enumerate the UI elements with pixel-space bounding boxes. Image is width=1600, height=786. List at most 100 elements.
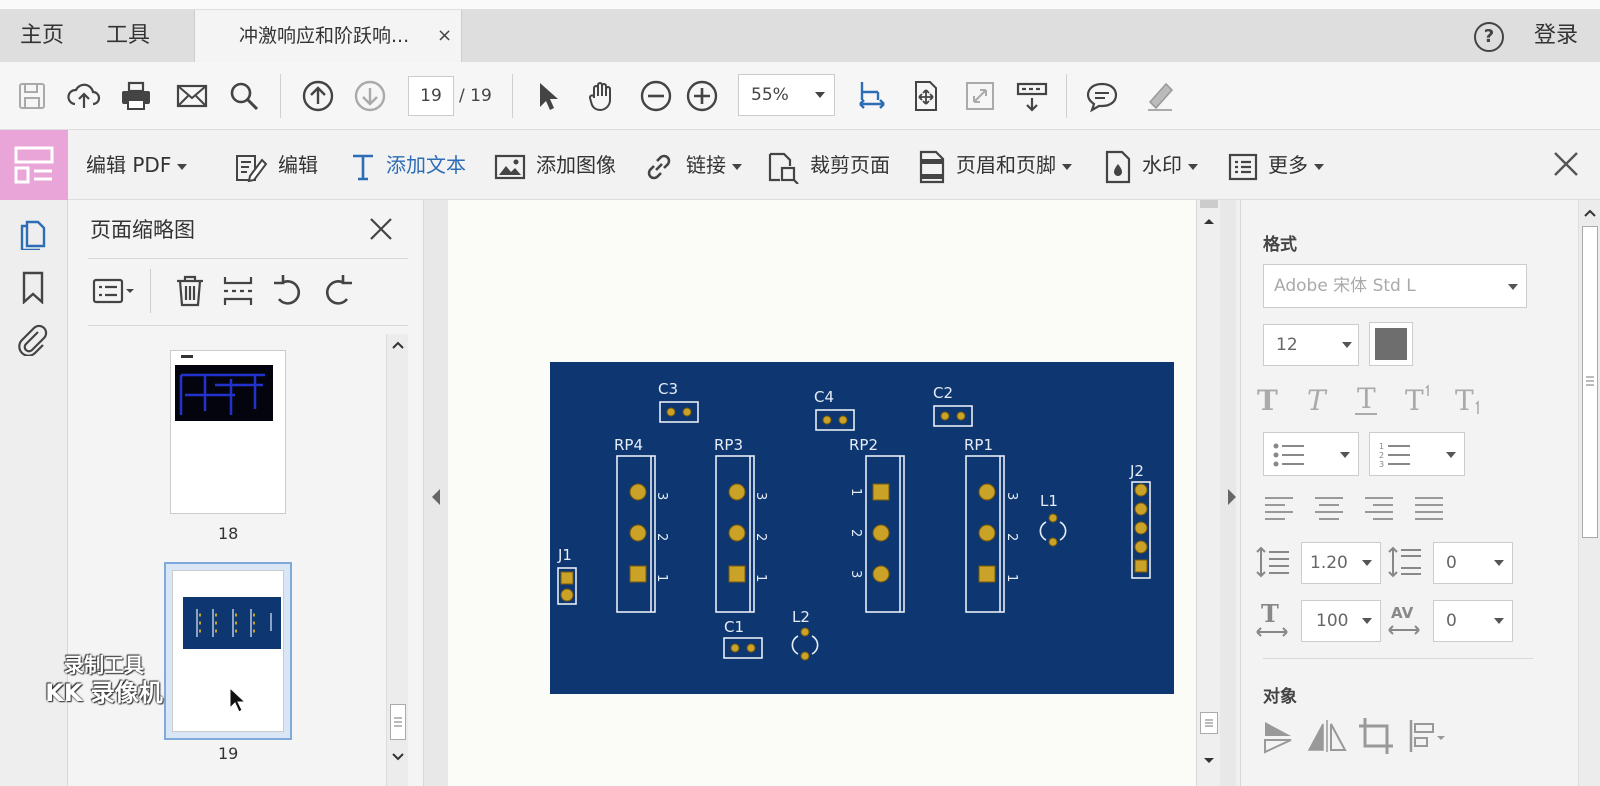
add-image-label: 添加图像: [536, 153, 616, 177]
crop-icon[interactable]: [1359, 718, 1393, 754]
upload-cloud-icon[interactable]: [66, 78, 102, 114]
svg-text:3: 3: [1379, 460, 1384, 469]
edit-pdf-tool-icon[interactable]: [0, 130, 68, 200]
align-right-icon[interactable]: [1365, 497, 1393, 520]
save-icon[interactable]: [14, 78, 50, 114]
pcb-label-j2: J2: [1129, 462, 1144, 480]
flip-vertical-icon[interactable]: [1264, 722, 1292, 754]
zoom-level-select[interactable]: 55%: [738, 74, 835, 116]
superscript-icon[interactable]: T: [1405, 384, 1429, 417]
hand-tool-icon[interactable]: [584, 78, 620, 114]
sign-pen-icon[interactable]: [1142, 78, 1178, 114]
page-number-input[interactable]: 19: [408, 76, 454, 116]
chevron-down-icon: [1188, 163, 1198, 170]
tab-home[interactable]: 主页: [20, 10, 64, 62]
pcb-label-c2: C2: [933, 384, 953, 402]
collapse-left-panel-icon[interactable]: [430, 488, 442, 506]
line-spacing-select[interactable]: 1.20: [1301, 542, 1381, 584]
edit-label: 编辑: [278, 153, 318, 177]
character-spacing-select[interactable]: 0: [1433, 600, 1513, 642]
thumbnail-tools: [88, 258, 408, 326]
add-text-label: 添加文本: [386, 153, 466, 177]
thumbnail-options-icon[interactable]: [90, 273, 138, 309]
svg-text:AV: AV: [1391, 604, 1414, 622]
rotate-left-icon[interactable]: [270, 273, 306, 309]
scrollbar-thumb[interactable]: [1582, 226, 1598, 538]
scroll-up-icon[interactable]: [1583, 208, 1597, 218]
document-tab[interactable]: 冲激响应和阶跃响... ×: [194, 10, 462, 62]
scroll-mode-icon[interactable]: [1014, 78, 1050, 114]
format-panel-scrollbar[interactable]: [1578, 200, 1600, 786]
next-page-icon[interactable]: [352, 78, 388, 114]
edit-pdf-menu[interactable]: 编辑 PDF: [86, 130, 188, 200]
fit-window-icon[interactable]: [908, 78, 944, 114]
tab-tools[interactable]: 工具: [106, 10, 150, 62]
help-icon[interactable]: ?: [1474, 22, 1504, 52]
header-footer-menu[interactable]: 页眉和页脚: [918, 130, 1072, 200]
align-center-icon[interactable]: [1315, 497, 1343, 520]
horizontal-scale-select[interactable]: 100: [1301, 600, 1381, 642]
scroll-up-icon[interactable]: [1202, 216, 1216, 226]
collapse-right-panel-icon[interactable]: [1226, 488, 1238, 506]
more-list-icon: [1228, 153, 1258, 180]
add-text-button[interactable]: 添加文本: [350, 130, 466, 200]
pcb-label-j1: J1: [557, 546, 572, 564]
panel-title: 页面缩略图: [90, 218, 195, 242]
subscript-icon[interactable]: T: [1455, 384, 1479, 417]
pcb-pin-number: 3: [848, 570, 863, 578]
close-tab-icon[interactable]: ×: [437, 10, 452, 62]
zoom-in-icon[interactable]: [684, 78, 720, 114]
numbered-list-select[interactable]: 123: [1369, 432, 1465, 476]
mouse-cursor-icon: [229, 686, 247, 713]
scroll-up-icon[interactable]: [391, 340, 405, 350]
crop-pages-button[interactable]: 裁剪页面: [766, 130, 890, 200]
full-screen-icon[interactable]: [962, 78, 998, 114]
edit-button[interactable]: 编辑: [234, 130, 318, 200]
paragraph-spacing-select[interactable]: 0: [1433, 542, 1513, 584]
more-menu[interactable]: 更多: [1228, 130, 1324, 200]
delete-trash-icon[interactable]: [172, 273, 208, 309]
select-pointer-icon[interactable]: [530, 78, 566, 114]
attachment-paperclip-icon[interactable]: [16, 322, 50, 357]
underline-icon[interactable]: T: [1355, 382, 1377, 415]
font-color-swatch[interactable]: [1369, 322, 1413, 366]
flip-horizontal-icon[interactable]: [1307, 720, 1347, 752]
bullet-list-select[interactable]: [1263, 432, 1359, 476]
email-icon[interactable]: [174, 78, 210, 114]
justify-icon[interactable]: [1415, 497, 1443, 520]
scrollbar-thumb[interactable]: [1200, 712, 1218, 734]
font-family-select[interactable]: Adobe 宋体 Std L: [1263, 264, 1527, 308]
login-button[interactable]: 登录: [1534, 10, 1578, 62]
scroll-down-icon[interactable]: [1202, 756, 1216, 766]
print-icon[interactable]: [118, 78, 154, 114]
watermark-menu[interactable]: 水印: [1104, 130, 1198, 200]
italic-icon[interactable]: T: [1307, 384, 1328, 417]
close-icon[interactable]: [1550, 148, 1582, 180]
thumbnail-page[interactable]: [170, 350, 286, 514]
zoom-out-icon[interactable]: [638, 78, 674, 114]
align-left-icon[interactable]: [1265, 497, 1293, 520]
thumbnail-page-number: 18: [218, 524, 239, 543]
thumbnail-scrollbar[interactable]: [386, 334, 408, 786]
scroll-down-icon[interactable]: [391, 752, 405, 762]
search-icon[interactable]: [226, 78, 262, 114]
fit-page-icon[interactable]: [854, 78, 890, 114]
add-image-button[interactable]: 添加图像: [494, 130, 616, 200]
arrange-objects-icon[interactable]: [1409, 720, 1445, 752]
close-icon[interactable]: [368, 216, 394, 242]
font-size-select[interactable]: 12: [1263, 324, 1359, 366]
toolbar-divider: [150, 269, 151, 313]
bold-icon[interactable]: T: [1257, 384, 1278, 417]
scrollbar-thumb[interactable]: [390, 704, 406, 740]
comment-icon[interactable]: [1084, 78, 1120, 114]
chevron-down-icon: [1362, 560, 1372, 566]
document-scrollbar[interactable]: [1196, 200, 1220, 786]
scrollbar-top-cap: [1200, 200, 1218, 208]
text-style-row: T T T T T: [1257, 382, 1479, 417]
link-menu[interactable]: 链接: [642, 130, 742, 200]
previous-page-icon[interactable]: [300, 78, 336, 114]
bookmark-icon[interactable]: [16, 270, 50, 305]
rotate-right-icon[interactable]: [320, 273, 356, 309]
extract-pages-icon[interactable]: [220, 273, 256, 309]
page-thumbnails-icon[interactable]: [16, 216, 50, 252]
